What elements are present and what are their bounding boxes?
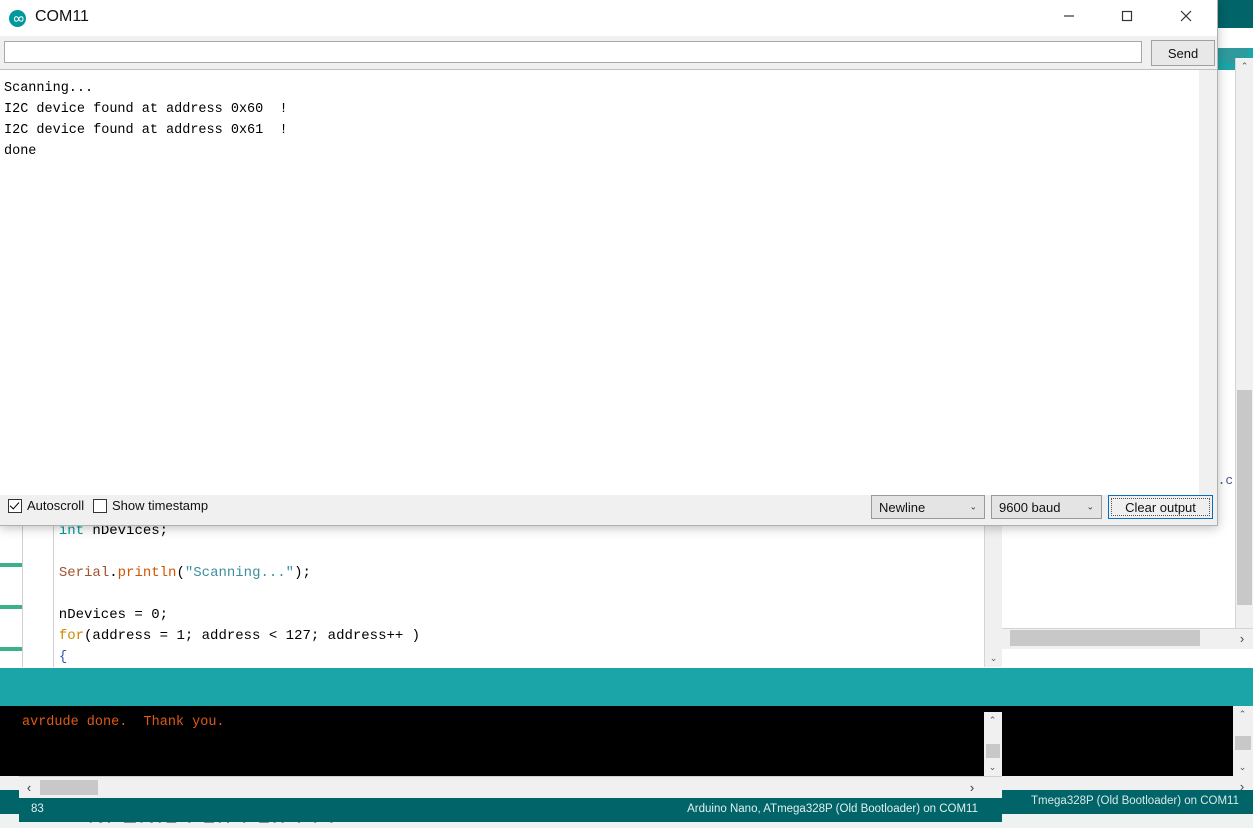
console-scroll-up-icon[interactable]: ⌃ — [984, 712, 1001, 729]
console-output: avrdude done. Thank you. — [19, 706, 1002, 776]
autoscroll-check-icon[interactable] — [8, 498, 22, 513]
code-line: Serial.println("Scanning..."); — [42, 563, 420, 584]
console-scroll-down-icon[interactable]: ⌄ — [1234, 759, 1251, 776]
serial-monitor-titlebar[interactable]: COM11 — [0, 0, 1217, 36]
close-icon — [1180, 10, 1191, 22]
serial-send-row: Send — [0, 36, 1217, 69]
line-ending-select[interactable]: Newline ⌄ — [871, 495, 985, 519]
chevron-down-icon[interactable]: ⌄ — [969, 502, 977, 513]
code-token: "Scanning..." — [184, 565, 295, 581]
baud-rate-select[interactable]: 9600 baud ⌄ — [991, 495, 1102, 519]
serial-output-pane[interactable]: Scanning... I2C device found at address 0… — [0, 69, 1217, 496]
background-editor-scroll-thumb[interactable] — [1237, 390, 1252, 605]
close-button[interactable] — [1163, 0, 1208, 32]
autoscroll-label: Autoscroll — [27, 498, 85, 513]
show-timestamp-checkbox[interactable]: Show timestamp — [93, 498, 208, 513]
code-token: (address = 1; address < 127; address++ ) — [84, 628, 421, 644]
status-line-number: 83 — [31, 803, 44, 815]
serial-monitor-window: COM11 Send Scanning... I2C device found … — [0, 0, 1218, 526]
code-line: { — [42, 647, 420, 667]
serial-output-line: done — [4, 144, 37, 159]
serial-output-text: Scanning... I2C device found at address 0… — [4, 78, 288, 162]
code-line: for(address = 1; address < 127; address+… — [42, 626, 420, 647]
maximize-button[interactable] — [1104, 0, 1149, 32]
maximize-icon — [1121, 10, 1132, 22]
line-ending-value: Newline — [879, 499, 926, 515]
code-token: for — [58, 628, 85, 644]
serial-output-line: Scanning... — [4, 81, 94, 96]
code-token: nDevices = 0; — [42, 607, 169, 623]
console-scroll-down-icon[interactable]: ⌄ — [984, 759, 1001, 776]
console-hscroll-left-icon[interactable]: ‹ — [20, 779, 38, 796]
status-bar: 83 Arduino Nano, ATmega328P (Old Bootloa… — [19, 798, 1002, 822]
code-token: . — [109, 565, 118, 581]
minimize-button[interactable] — [1046, 0, 1091, 32]
code-token: { — [58, 649, 68, 665]
show-timestamp-check-icon[interactable] — [93, 498, 107, 513]
window-title: COM11 — [35, 8, 89, 25]
serial-output-line: I2C device found at address 0x60 ! — [4, 102, 288, 117]
editor-scroll-down-icon[interactable]: ⌄ — [985, 650, 1002, 667]
arduino-infinity-icon — [9, 10, 26, 27]
serial-send-input[interactable] — [4, 41, 1142, 63]
serial-output-line: I2C device found at address 0x61 ! — [4, 123, 288, 138]
serial-output-vscrollbar[interactable] — [1199, 70, 1217, 496]
autoscroll-checkbox[interactable]: Autoscroll — [8, 498, 84, 513]
code-editor-pane[interactable]: int nDevices; Serial.println("Scanning..… — [0, 520, 1002, 667]
scroll-up-icon[interactable]: ⌃ — [1236, 58, 1253, 75]
serial-monitor-bottom-bar: Autoscroll Show timestamp Newline ⌄ 9600… — [0, 495, 1215, 524]
code-token: ( — [176, 565, 185, 581]
code-token: println — [117, 565, 177, 581]
gutter-marker — [0, 563, 22, 567]
editor-gutter — [0, 521, 23, 667]
console-scroll-up-icon[interactable]: ⌃ — [1234, 706, 1251, 723]
send-button[interactable]: Send — [1151, 40, 1215, 66]
editor-source-code[interactable]: int nDevices; Serial.println("Scanning..… — [42, 521, 420, 667]
code-line: nDevices = 0; — [42, 605, 420, 626]
code-token: ); — [294, 565, 311, 581]
console-hscrollbar[interactable] — [19, 776, 1002, 799]
show-timestamp-label: Show timestamp — [112, 498, 209, 513]
console-hscroll-thumb[interactable] — [40, 780, 98, 795]
console-hscroll-right-icon[interactable]: › — [963, 779, 981, 796]
ide-sketch-tab[interactable] — [1215, 28, 1253, 48]
editor-vscrollbar[interactable]: ⌄ — [984, 521, 1002, 667]
chevron-down-icon[interactable]: ⌄ — [1086, 502, 1094, 513]
background-console-scroll-thumb[interactable] — [1235, 736, 1251, 750]
gutter-marker — [0, 647, 22, 651]
background-hscroll-right-icon[interactable]: › — [1233, 629, 1251, 647]
upload-progress-bar — [19, 670, 1002, 706]
code-token: Serial — [58, 565, 110, 581]
screen-root: .cl ⌃ ⌄ › ⌃ ⌄ › Tmega328P (Old Bootloade… — [0, 0, 1253, 828]
background-status-board-info: Tmega328P (Old Bootloader) on COM11 — [1031, 795, 1239, 807]
baud-rate-value: 9600 baud — [999, 499, 1061, 515]
console-scroll-thumb[interactable] — [986, 744, 1000, 758]
focus-outline — [1111, 498, 1210, 516]
status-board-info: Arduino Nano, ATmega328P (Old Bootloader… — [687, 803, 978, 815]
minimize-icon — [1063, 15, 1074, 17]
gutter-marker — [0, 605, 22, 609]
clear-output-button[interactable]: Clear output — [1108, 495, 1213, 519]
console-text: avrdude done. Thank you. — [22, 715, 225, 730]
background-editor-hscroll-thumb[interactable] — [1010, 630, 1200, 646]
